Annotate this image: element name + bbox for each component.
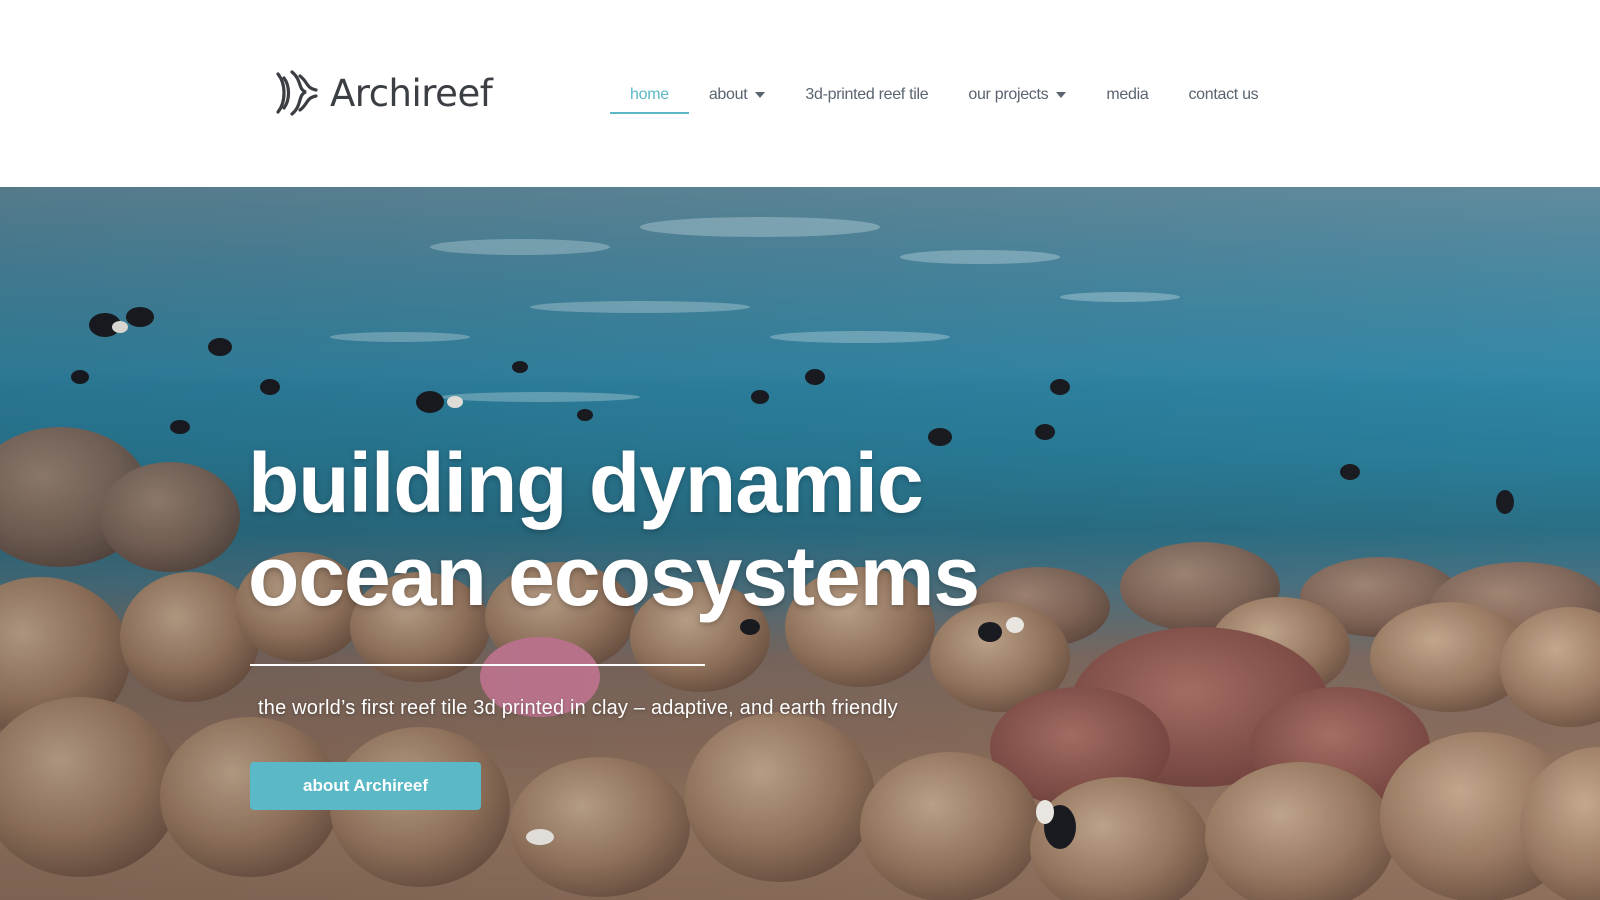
nav-item-label: contact us <box>1188 86 1259 103</box>
main-nav: home about 3d-printed reef tile our proj… <box>610 78 1278 114</box>
chevron-down-icon <box>1056 92 1067 98</box>
brand-name: Archireef <box>330 71 493 115</box>
nav-item-our-projects[interactable]: our projects <box>948 78 1086 112</box>
hero-title-line-1: building dynamic <box>248 436 924 530</box>
hero-section: building dynamic ocean ecosystems the wo… <box>0 187 1600 900</box>
hero-title: building dynamic ocean ecosystems <box>248 436 980 623</box>
nav-item-label: 3d-printed reef tile <box>805 86 929 103</box>
hero-divider <box>250 664 705 666</box>
nav-item-label: media <box>1106 86 1149 103</box>
about-archireef-button[interactable]: about Archireef <box>250 762 481 810</box>
button-label: about Archireef <box>302 776 428 795</box>
archireef-wave-mark-icon <box>276 70 318 116</box>
nav-item-3d-printed-reef-tile[interactable]: 3d-printed reef tile <box>785 78 948 112</box>
logo-link[interactable]: Archireef <box>272 68 493 118</box>
nav-item-label: our projects <box>968 86 1049 103</box>
hero-subtitle: the world’s first reef tile 3d printed i… <box>258 697 898 719</box>
nav-item-home[interactable]: home <box>610 78 689 114</box>
hero-title-line-2: ocean ecosystems <box>248 529 980 623</box>
chevron-down-icon <box>755 92 766 98</box>
nav-item-contact-us[interactable]: contact us <box>1168 78 1278 112</box>
nav-item-label: home <box>630 86 669 103</box>
nav-item-about[interactable]: about <box>689 78 786 112</box>
nav-item-media[interactable]: media <box>1086 78 1168 112</box>
site-header: Archireef home about 3d-printed reef til… <box>0 0 1600 187</box>
nav-item-label: about <box>708 86 748 103</box>
